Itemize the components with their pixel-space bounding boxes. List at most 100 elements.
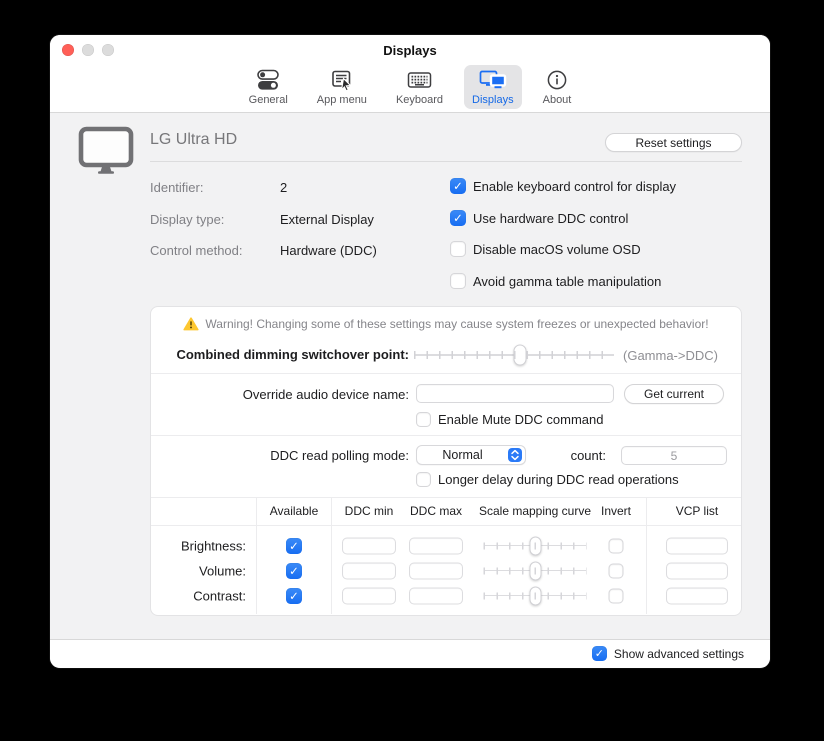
- tab-app-menu[interactable]: App menu: [309, 65, 375, 109]
- info-label: Identifier:: [150, 180, 280, 195]
- audio-name-label: Override audio device name:: [151, 387, 409, 402]
- col-invert: Invert: [601, 504, 631, 518]
- col-curve: Scale mapping curve: [479, 504, 591, 518]
- checkbox-label: Enable keyboard control for display: [473, 179, 676, 194]
- tab-keyboard-label: Keyboard: [396, 94, 443, 106]
- info-row-display-type: Display type:External Display: [150, 212, 374, 227]
- brightness-ddc-min-input[interactable]: [342, 537, 396, 554]
- row-label: Volume:: [151, 563, 246, 578]
- brightness-vcp-input[interactable]: [666, 537, 728, 554]
- tab-displays[interactable]: Displays: [464, 65, 522, 109]
- panel-divider: [151, 373, 741, 374]
- dimming-label: Combined dimming switchover point:: [151, 347, 409, 362]
- row-label: Brightness:: [151, 538, 246, 553]
- dimming-slider-thumb[interactable]: [514, 345, 527, 366]
- preferences-toolbar: General App menu: [50, 65, 770, 113]
- desktop-background: Displays General: [0, 0, 824, 741]
- checkbox-show-advanced[interactable]: [592, 646, 607, 661]
- option-hardware-ddc: Use hardware DDC control: [450, 210, 628, 226]
- info-label: Control method:: [150, 243, 280, 258]
- table-header: Available DDC min DDC max Scale mapping …: [151, 497, 741, 525]
- info-value: Hardware (DDC): [280, 243, 377, 258]
- checkbox-label: Longer delay during DDC read operations: [438, 472, 679, 487]
- table-row-brightness: Brightness:: [151, 533, 741, 558]
- volume-vcp-input[interactable]: [666, 562, 728, 579]
- info-label: Display type:: [150, 212, 280, 227]
- checkbox-hardware-ddc[interactable]: [450, 210, 466, 226]
- checkbox-label: Disable macOS volume OSD: [473, 242, 641, 257]
- keyboard-icon: [406, 67, 433, 93]
- monitor-icon: [77, 125, 135, 180]
- table-row-volume: Volume:: [151, 558, 741, 583]
- checkbox-longer-delay[interactable]: [416, 472, 431, 487]
- option-keyboard-control: Enable keyboard control for display: [450, 178, 676, 194]
- checkbox-label: Use hardware DDC control: [473, 211, 628, 226]
- displays-icon: [478, 67, 508, 93]
- display-name: LG Ultra HD: [150, 131, 237, 149]
- show-advanced-label: Show advanced settings: [614, 647, 744, 661]
- checkbox-brightness-invert[interactable]: [609, 538, 624, 553]
- checkbox-avoid-gamma[interactable]: [450, 273, 466, 289]
- slider-thumb[interactable]: [529, 536, 541, 555]
- contrast-ddc-max-input[interactable]: [409, 587, 463, 604]
- checkbox-contrast-available[interactable]: [286, 588, 302, 604]
- col-ddc-min: DDC min: [345, 504, 394, 518]
- checkbox-volume-available[interactable]: [286, 563, 302, 579]
- contrast-vcp-input[interactable]: [666, 587, 728, 604]
- contrast-curve-slider[interactable]: [484, 586, 587, 606]
- brightness-ddc-max-input[interactable]: [409, 537, 463, 554]
- slider-thumb[interactable]: [529, 561, 541, 580]
- titlebar[interactable]: Displays: [50, 35, 770, 65]
- reset-settings-button[interactable]: Reset settings: [605, 133, 742, 152]
- displays-pane: LG Ultra HD Reset settings Identifier:2 …: [50, 113, 770, 639]
- checkbox-volume-invert[interactable]: [609, 563, 624, 578]
- col-ddc-max: DDC max: [410, 504, 462, 518]
- tab-app-menu-label: App menu: [317, 94, 367, 106]
- displays-window: Displays General: [50, 35, 770, 668]
- window-title: Displays: [50, 35, 770, 65]
- table-row-contrast: Contrast:: [151, 583, 741, 608]
- longer-delay-row: Longer delay during DDC read operations: [416, 472, 679, 487]
- checkbox-disable-osd[interactable]: [450, 241, 466, 257]
- get-current-button[interactable]: Get current: [624, 384, 724, 404]
- dimming-slider[interactable]: [414, 345, 614, 365]
- audio-name-input[interactable]: [416, 384, 614, 403]
- checkbox-mute-ddc[interactable]: [416, 412, 431, 427]
- checkbox-contrast-invert[interactable]: [609, 588, 624, 603]
- menu-cursor-icon: [329, 67, 355, 93]
- checkbox-label: Enable Mute DDC command: [438, 412, 603, 427]
- col-available: Available: [270, 504, 318, 518]
- warning-row: Warning! Changing some of these settings…: [151, 317, 741, 331]
- tab-general-label: General: [249, 94, 288, 106]
- advanced-settings-panel: Warning! Changing some of these settings…: [150, 306, 742, 616]
- toggles-icon: [255, 67, 281, 93]
- panel-divider: [151, 525, 741, 526]
- warning-icon: [183, 317, 199, 331]
- info-value: External Display: [280, 212, 374, 227]
- brightness-curve-slider[interactable]: [484, 536, 587, 556]
- slider-thumb[interactable]: [529, 586, 541, 605]
- info-row-identifier: Identifier:2: [150, 180, 287, 195]
- tab-about[interactable]: About: [535, 65, 580, 109]
- checkbox-keyboard-control[interactable]: [450, 178, 466, 194]
- volume-curve-slider[interactable]: [484, 561, 587, 581]
- footer-bar: Show advanced settings: [50, 639, 770, 667]
- warning-text: Warning! Changing some of these settings…: [205, 317, 708, 331]
- panel-divider: [151, 435, 741, 436]
- info-icon: [545, 67, 569, 93]
- tab-keyboard[interactable]: Keyboard: [388, 65, 451, 109]
- count-label: count:: [348, 448, 606, 463]
- dimming-suffix: (Gamma->DDC): [623, 348, 718, 363]
- tab-about-label: About: [543, 94, 572, 106]
- count-input[interactable]: [621, 446, 727, 465]
- info-value: 2: [280, 180, 287, 195]
- checkbox-brightness-available[interactable]: [286, 538, 302, 554]
- tab-general[interactable]: General: [241, 65, 296, 109]
- contrast-ddc-min-input[interactable]: [342, 587, 396, 604]
- header-divider: [150, 161, 742, 162]
- volume-ddc-max-input[interactable]: [409, 562, 463, 579]
- volume-ddc-min-input[interactable]: [342, 562, 396, 579]
- tab-displays-label: Displays: [472, 94, 514, 106]
- option-disable-osd: Disable macOS volume OSD: [450, 241, 641, 257]
- checkbox-label: Avoid gamma table manipulation: [473, 274, 661, 289]
